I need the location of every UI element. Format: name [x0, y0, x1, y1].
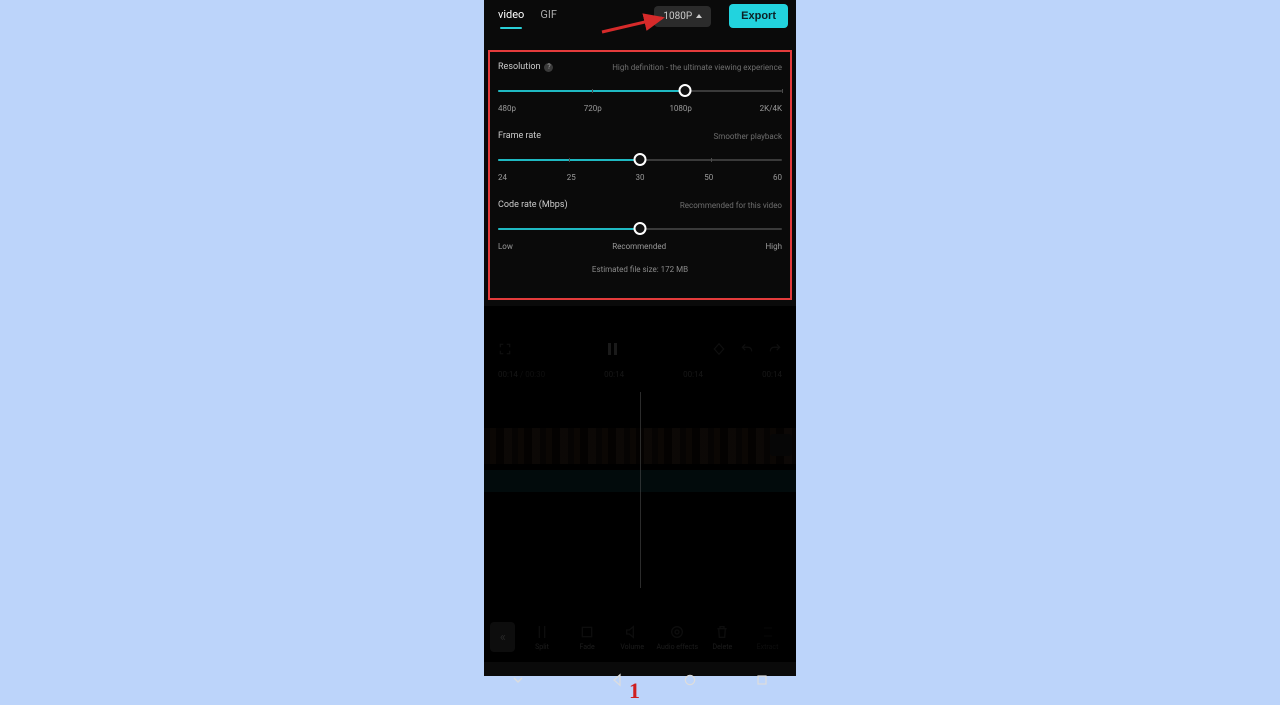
- android-nav-bar: [484, 662, 796, 698]
- playhead[interactable]: [640, 392, 641, 588]
- framerate-thumb[interactable]: [634, 153, 647, 166]
- framerate-row-head: Frame rate Smoother playback: [498, 131, 782, 141]
- estimated-size: Estimated file size: 172 MB: [498, 265, 782, 274]
- top-bar: video GIF 1080P Export: [484, 0, 796, 32]
- caret-up-icon: [696, 14, 702, 18]
- step-number: 1: [629, 678, 640, 704]
- pause-icon[interactable]: [608, 343, 617, 355]
- tab-video[interactable]: video: [498, 8, 524, 25]
- help-icon[interactable]: ?: [544, 63, 553, 72]
- coderate-row-head: Code rate (Mbps) Recommended for this vi…: [498, 200, 782, 210]
- export-settings-panel: Resolution ? High definition - the ultim…: [488, 50, 792, 300]
- toolbar-back-button[interactable]: «: [490, 622, 515, 652]
- framerate-hint: Smoother playback: [714, 132, 782, 141]
- editor-preview: 00:14 / 00:30 00:14 00:14 00:14 « Split …: [484, 306, 796, 662]
- framerate-ticks: 24 25 30 50 60: [498, 173, 782, 182]
- tool-delete[interactable]: Delete: [700, 624, 745, 651]
- resolution-slider[interactable]: [498, 80, 782, 102]
- coderate-slider[interactable]: [498, 218, 782, 240]
- tool-audio-effects[interactable]: Audio effects: [655, 624, 700, 651]
- resolution-ticks: 480p 720p 1080p 2K/4K: [498, 104, 782, 113]
- nav-recent-icon[interactable]: [754, 672, 770, 688]
- resolution-label: Resolution: [498, 62, 540, 72]
- undo-icon[interactable]: [740, 342, 754, 356]
- framerate-slider[interactable]: [498, 149, 782, 171]
- tool-split[interactable]: Split: [519, 624, 564, 651]
- redo-icon[interactable]: [768, 342, 782, 356]
- expand-icon[interactable]: [498, 342, 512, 356]
- export-button[interactable]: Export: [729, 4, 788, 28]
- phone-frame: video GIF 1080P Export Resolution ? High…: [484, 0, 796, 676]
- format-tabs: video GIF: [498, 8, 557, 25]
- nav-home-icon[interactable]: [682, 672, 698, 688]
- resolution-row-head: Resolution ? High definition - the ultim…: [498, 62, 782, 72]
- edit-toolbar: « Split Fade Volume Audio effects Delete: [484, 612, 796, 662]
- resolution-thumb[interactable]: [679, 84, 692, 97]
- tab-gif[interactable]: GIF: [540, 8, 557, 25]
- coderate-ticks: Low Recommended High: [498, 242, 782, 251]
- keyframe-icon[interactable]: [712, 342, 726, 356]
- tool-fade[interactable]: Fade: [565, 624, 610, 651]
- coderate-label: Code rate (Mbps): [498, 200, 568, 210]
- resolution-dropdown[interactable]: 1080P: [654, 6, 711, 27]
- time-ruler: 00:14 / 00:30 00:14 00:14 00:14: [484, 356, 796, 379]
- tool-extract[interactable]: Extract: [745, 624, 790, 651]
- coderate-thumb[interactable]: [634, 222, 647, 235]
- nav-collapse-icon[interactable]: [510, 672, 526, 688]
- resolution-value: 1080P: [663, 11, 692, 22]
- nav-back-icon[interactable]: [610, 672, 626, 688]
- resolution-hint: High definition - the ultimate viewing e…: [612, 63, 782, 72]
- framerate-label: Frame rate: [498, 131, 541, 141]
- tool-volume[interactable]: Volume: [610, 624, 655, 651]
- coderate-hint: Recommended for this video: [680, 201, 782, 210]
